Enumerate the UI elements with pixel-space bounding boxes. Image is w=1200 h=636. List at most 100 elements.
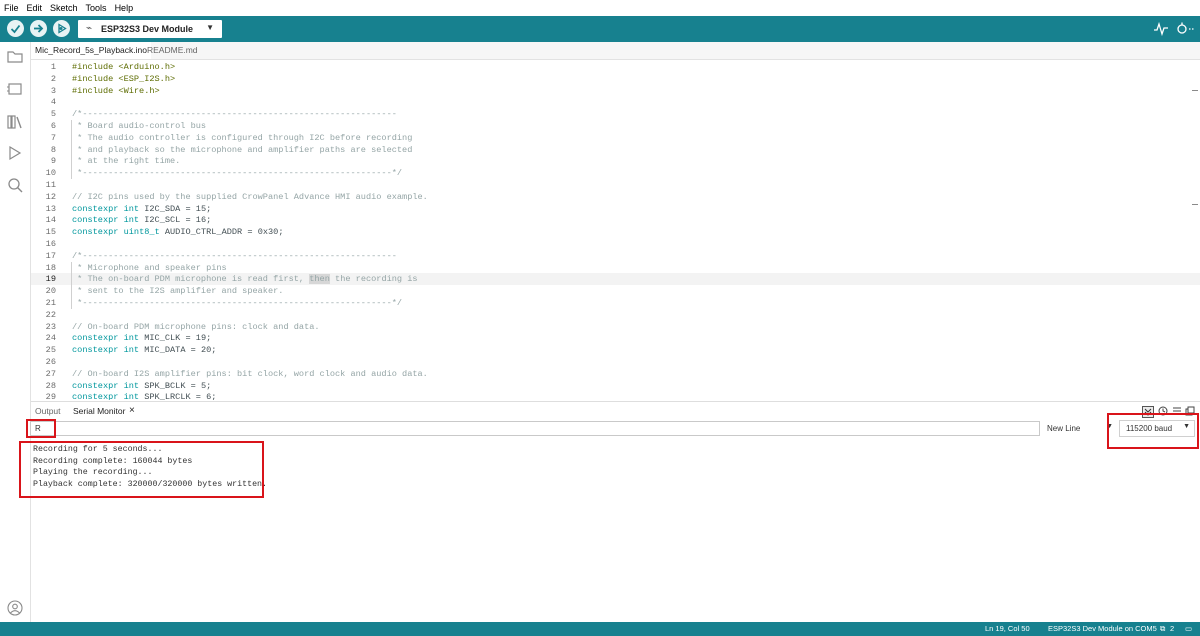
code-line[interactable]: 9 * at the right time. <box>31 155 1200 168</box>
baud-rate-select[interactable]: 115200 baud ▼ <box>1119 420 1195 437</box>
code-line[interactable]: 18 * Microphone and speaker pins <box>31 261 1200 274</box>
line-number: 8 <box>50 144 56 155</box>
debug-button[interactable] <box>53 20 70 37</box>
line-number: 19 <box>45 274 56 285</box>
line-number: 18 <box>45 262 56 273</box>
board-selector-label: ESP32S3 Dev Module <box>101 24 194 34</box>
code-text: #include <Wire.h> <box>72 85 160 96</box>
menu-tools[interactable]: Tools <box>82 0 111 16</box>
code-line[interactable]: 29 constexpr int SPK_LRCLK = 6; <box>31 391 1200 400</box>
library-manager-icon[interactable] <box>6 113 24 131</box>
code-text: * The audio controller is configured thr… <box>72 132 413 143</box>
code-text: *---------------------------------------… <box>72 168 403 179</box>
code-line[interactable]: 15 constexpr uint8_t AUDIO_CTRL_ADDR = 0x… <box>31 226 1200 238</box>
board-manager-icon[interactable] <box>6 80 24 98</box>
code-line[interactable]: 24 constexpr int MIC_CLK = 19; <box>31 332 1200 344</box>
code-line[interactable]: 7 * The audio controller is configured t… <box>31 131 1200 144</box>
code-line[interactable]: 16 <box>31 238 1200 250</box>
copy-output-icon[interactable] <box>1185 406 1195 416</box>
code-line[interactable]: 27 // On-board I2S amplifier pins: bit cl… <box>31 368 1200 380</box>
code-line[interactable]: 11 <box>31 179 1200 191</box>
menu-help[interactable]: Help <box>111 0 138 16</box>
chevron-down-icon: ▼ <box>206 23 214 32</box>
tab-serial-monitor[interactable]: Serial Monitor <box>73 402 125 420</box>
code-line[interactable]: 25 constexpr int MIC_DATA = 20; <box>31 344 1200 356</box>
code-line[interactable]: 6 * Board audio-control bus <box>31 120 1200 132</box>
code-text: * at the right time. <box>72 156 181 167</box>
menu-edit[interactable]: Edit <box>23 0 47 16</box>
code-line[interactable]: 10 *------------------------------------… <box>31 167 1200 180</box>
close-icon[interactable]: × <box>129 402 135 420</box>
menu-file[interactable]: File <box>0 0 23 16</box>
account-icon[interactable] <box>7 600 23 616</box>
code-line[interactable]: 2 #include <ESP_I2S.h> <box>31 73 1200 85</box>
verify-button[interactable] <box>7 20 24 37</box>
notification-icon[interactable]: ⧉ <box>1160 622 1165 636</box>
line-number: 13 <box>45 203 56 214</box>
tab-sketch-file[interactable]: Mic_Record_5s_Playback.ino <box>31 42 151 59</box>
code-line[interactable]: 12 // I2C pins used by the supplied CrowP… <box>31 191 1200 203</box>
code-text: constexpr int I2C_SDA = 15; <box>72 203 212 214</box>
line-number: 7 <box>50 132 56 143</box>
serial-output: Recording for 5 seconds... Recording com… <box>33 444 433 490</box>
line-number: 9 <box>50 156 56 167</box>
code-text: * sent to the I2S amplifier and speaker. <box>72 286 284 297</box>
arrow-right-icon <box>34 24 44 33</box>
code-line[interactable]: 28 constexpr int SPK_BCLK = 5; <box>31 380 1200 392</box>
notification-count[interactable]: 2 <box>1170 622 1174 636</box>
serial-plotter-icon[interactable] <box>1153 21 1169 37</box>
code-line[interactable]: 3 #include <Wire.h> <box>31 85 1200 97</box>
line-ending-select[interactable]: New Line ▼ <box>1043 421 1115 436</box>
tab-output[interactable]: Output <box>35 402 61 420</box>
line-number: 14 <box>45 215 56 226</box>
output-line: Playing the recording... <box>33 468 153 478</box>
line-number: 24 <box>45 333 56 344</box>
timestamp-icon[interactable] <box>1158 406 1168 416</box>
code-line[interactable]: 1 #include <Arduino.h> <box>31 61 1200 73</box>
status-bar: Ln 19, Col 50 ESP32S3 Dev Module on COM5… <box>0 622 1200 636</box>
folder-icon[interactable] <box>6 48 24 66</box>
code-editor[interactable]: 1 #include <Arduino.h> 2 #include <ESP_I2S.… <box>31 60 1200 400</box>
tab-readme[interactable]: README.md <box>143 42 202 59</box>
line-number: 17 <box>45 250 56 261</box>
line-number: 29 <box>45 392 56 400</box>
editor-tabs: Mic_Record_5s_Playback.ino README.md <box>31 42 1200 60</box>
code-line[interactable]: 22 <box>31 309 1200 321</box>
code-line[interactable]: 8 * and playback so the microphone and a… <box>31 143 1200 156</box>
code-line[interactable]: 4 <box>31 96 1200 108</box>
autoscroll-icon[interactable] <box>1142 406 1154 418</box>
search-icon[interactable] <box>6 176 24 194</box>
debugger-icon <box>58 23 67 34</box>
panel-toggle-icon[interactable]: ▭ <box>1185 622 1192 636</box>
board-port-status[interactable]: ESP32S3 Dev Module on COM5 <box>1048 622 1157 636</box>
clear-output-icon[interactable] <box>1172 406 1182 416</box>
code-line[interactable]: 19 * The on-board PDM microphone is read… <box>31 273 1200 286</box>
code-line[interactable]: 13 constexpr int I2C_SDA = 15; <box>31 203 1200 215</box>
scrollbar-marker <box>1192 90 1198 91</box>
code-text: #include <Arduino.h> <box>72 62 176 72</box>
code-text: constexpr uint8_t AUDIO_CTRL_ADDR = 0x30… <box>72 227 284 238</box>
debug-icon[interactable] <box>6 144 24 162</box>
code-line[interactable]: 14 constexpr int I2C_SCL = 16; <box>31 214 1200 226</box>
code-line[interactable]: 5 /*-------------------------------------… <box>31 108 1200 120</box>
upload-button[interactable] <box>30 20 47 37</box>
menu-sketch[interactable]: Sketch <box>46 0 82 16</box>
code-line[interactable]: 17 /*------------------------------------… <box>31 250 1200 262</box>
scrollbar-marker <box>1192 204 1198 205</box>
serial-monitor-icon[interactable] <box>1175 21 1195 37</box>
code-line[interactable]: 21 *------------------------------------… <box>31 297 1200 309</box>
line-number: 2 <box>50 73 56 84</box>
line-number: 5 <box>50 109 56 120</box>
serial-message-input[interactable] <box>30 421 1040 436</box>
code-text: * The on-board PDM microphone is read fi… <box>72 274 418 285</box>
code-line[interactable]: 20 * sent to the I2S amplifier and speak… <box>31 285 1200 298</box>
line-number: 23 <box>45 321 56 332</box>
menu-bar: File Edit Sketch Tools Help <box>0 0 1200 16</box>
code-text: // I2C pins used by the supplied CrowPan… <box>72 191 428 202</box>
code-line[interactable]: 23 // On-board PDM microphone pins: clock… <box>31 321 1200 333</box>
line-number: 3 <box>50 85 56 96</box>
code-line[interactable]: 26 <box>31 356 1200 368</box>
cursor-position[interactable]: Ln 19, Col 50 <box>985 622 1030 636</box>
line-number: 20 <box>45 286 56 297</box>
board-selector[interactable]: ⌁ ESP32S3 Dev Module ▼ <box>78 20 222 38</box>
